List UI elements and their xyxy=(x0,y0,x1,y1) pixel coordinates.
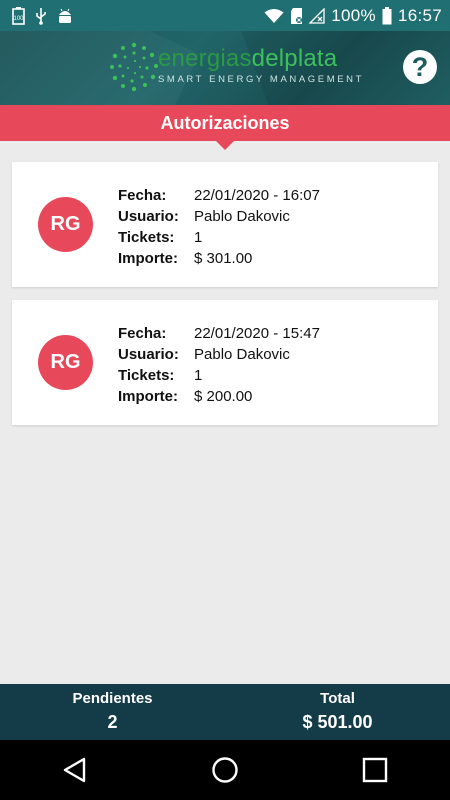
help-icon: ? xyxy=(411,51,429,82)
usuario-label: Usuario: xyxy=(118,346,179,363)
status-bar: 100 100% 16:57 xyxy=(0,0,450,31)
home-circle-icon xyxy=(212,757,238,783)
total-summary: Total $ 501.00 xyxy=(225,684,450,740)
tickets-value: 1 xyxy=(194,367,203,384)
summary-bar: Pendientes 2 Total $ 501.00 xyxy=(0,684,450,740)
authorization-card[interactable]: RG Fecha: 22/01/2020 - 15:47 Usuario: Pabl… xyxy=(12,300,438,425)
svg-text:100: 100 xyxy=(13,16,24,22)
total-label: Total xyxy=(320,690,355,707)
tickets-label: Tickets: xyxy=(118,367,175,384)
authorization-details: Fecha: 22/01/2020 - 16:07 Usuario: Pablo D… xyxy=(118,185,320,269)
pending-summary: Pendientes 2 xyxy=(0,684,225,740)
tickets-value: 1 xyxy=(194,229,203,246)
page-title-bar: Autorizaciones xyxy=(0,105,450,150)
pending-label: Pendientes xyxy=(72,690,153,707)
battery-percent: 100% xyxy=(331,5,376,25)
back-triangle-icon xyxy=(63,757,86,783)
no-signal-icon xyxy=(309,7,325,24)
page-title: Autorizaciones xyxy=(160,112,290,133)
back-button[interactable] xyxy=(45,740,105,800)
usuario-value: Pablo Dakovic xyxy=(194,208,290,225)
authorization-details: Fecha: 22/01/2020 - 15:47 Usuario: Pablo D… xyxy=(118,323,320,407)
usuario-label: Usuario: xyxy=(118,208,179,225)
authorization-card[interactable]: RG Fecha: 22/01/2020 - 16:07 Usuario: Pabl… xyxy=(12,162,438,287)
pending-value: 2 xyxy=(107,712,118,732)
fecha-label: Fecha: xyxy=(118,325,167,342)
android-icon xyxy=(57,7,73,25)
home-button[interactable] xyxy=(195,740,255,800)
usb-icon xyxy=(35,7,47,25)
battery-icon xyxy=(382,6,392,25)
wifi-icon xyxy=(264,8,284,24)
system-nav-bar xyxy=(0,740,450,800)
battery-100-icon: 100 xyxy=(12,6,25,25)
fecha-value: 22/01/2020 - 16:07 xyxy=(194,187,320,204)
usuario-value: Pablo Dakovic xyxy=(194,346,290,363)
brand-name-part1: energias xyxy=(158,45,252,72)
total-value: $ 501.00 xyxy=(302,712,373,732)
fecha-label: Fecha: xyxy=(118,187,167,204)
authorization-list: RG Fecha: 22/01/2020 - 16:07 Usuario: Pabl… xyxy=(12,162,438,438)
clock: 16:57 xyxy=(397,5,442,25)
brand-logo: energiasdelplata SMART ENERGY MANAGEMENT xyxy=(106,39,361,95)
title-notch xyxy=(216,141,234,150)
tickets-label: Tickets: xyxy=(118,229,175,246)
importe-value: $ 200.00 xyxy=(194,388,253,405)
avatar: RG xyxy=(38,197,93,252)
avatar: RG xyxy=(38,335,93,390)
brand-tagline: SMART ENERGY MANAGEMENT xyxy=(158,74,365,85)
recents-square-icon xyxy=(362,757,388,783)
recents-button[interactable] xyxy=(345,740,405,800)
logo-swirl-icon xyxy=(110,42,158,92)
brand-name-part2: delplata xyxy=(251,45,338,72)
importe-label: Importe: xyxy=(118,250,178,267)
fecha-value: 22/01/2020 - 15:47 xyxy=(194,325,320,342)
importe-value: $ 301.00 xyxy=(194,250,253,267)
sd-card-icon xyxy=(290,7,303,25)
importe-label: Importe: xyxy=(118,388,178,405)
help-button[interactable]: ? xyxy=(403,50,437,84)
app-header: energiasdelplata SMART ENERGY MANAGEMENT… xyxy=(0,31,450,105)
